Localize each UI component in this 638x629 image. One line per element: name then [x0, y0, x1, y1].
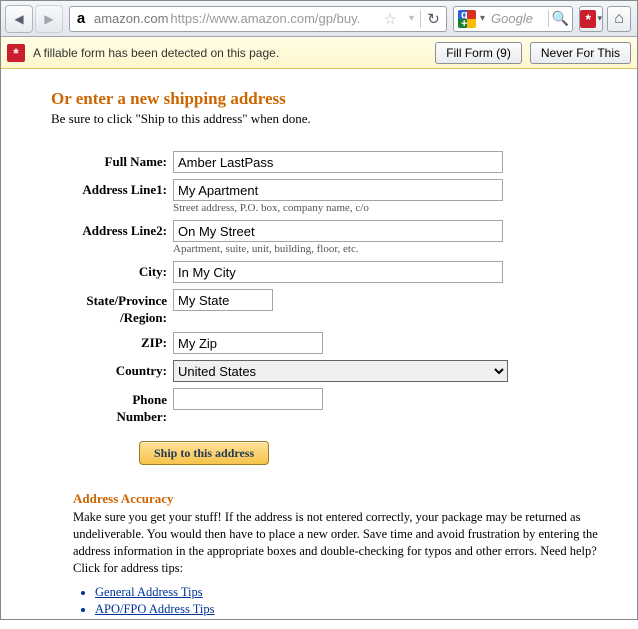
city-label: City: [51, 261, 173, 280]
state-input[interactable] [173, 289, 273, 311]
bookmark-star-icon[interactable]: ☆ [378, 10, 403, 28]
lastpass-toolbar-button[interactable]: *▾ [579, 6, 603, 32]
country-label: Country: [51, 360, 173, 379]
lastpass-icon: * [580, 10, 596, 28]
address2-input[interactable] [173, 220, 503, 242]
address1-hint: Street address, P.O. box, company name, … [173, 202, 503, 214]
full-name-label: Full Name: [51, 151, 173, 170]
general-address-tips-link[interactable]: General Address Tips [95, 585, 203, 599]
url-rest: https://www.amazon.com/gp/buy. [170, 11, 377, 26]
list-item: General Address Tips [95, 585, 621, 600]
forward-button[interactable] [35, 5, 63, 33]
fill-form-button[interactable]: Fill Form (9) [435, 42, 522, 64]
apo-fpo-address-tips-link[interactable]: APO/FPO Address Tips [95, 602, 215, 616]
lastpass-icon: * [7, 44, 25, 62]
full-name-input[interactable] [173, 151, 503, 173]
back-button[interactable] [5, 5, 33, 33]
state-label: State/Province/Region: [51, 289, 173, 326]
form-detected-infobar: * A fillable form has been detected on t… [1, 37, 637, 69]
section-subtext: Be sure to click "Ship to this address" … [51, 111, 625, 127]
reload-button[interactable]: ↻ [420, 10, 446, 28]
url-host: amazon.com [92, 11, 170, 26]
site-favicon: a [70, 10, 92, 27]
address2-hint: Apartment, suite, unit, building, floor,… [173, 243, 503, 255]
section-heading: Or enter a new shipping address [51, 89, 625, 109]
browser-search-box[interactable]: ▾ Google 🔍 [453, 6, 573, 32]
chevron-down-icon: ▾ [597, 13, 602, 24]
address2-label: Address Line2: [51, 220, 173, 239]
url-dropdown-icon[interactable]: ▾ [403, 13, 420, 24]
home-button[interactable]: ⌂ [607, 6, 631, 32]
home-icon: ⌂ [614, 10, 624, 28]
city-input[interactable] [173, 261, 503, 283]
google-icon [458, 10, 476, 28]
url-bar[interactable]: a amazon.com https://www.amazon.com/gp/b… [69, 6, 447, 32]
address1-input[interactable] [173, 179, 503, 201]
search-placeholder: Google [489, 11, 548, 26]
zip-input[interactable] [173, 332, 323, 354]
browser-toolbar: a amazon.com https://www.amazon.com/gp/b… [1, 1, 637, 37]
never-for-this-button[interactable]: Never For This [530, 42, 631, 64]
search-icon[interactable]: 🔍 [548, 10, 572, 27]
accuracy-heading: Address Accuracy [73, 491, 621, 507]
ship-to-address-button[interactable]: Ship to this address [139, 441, 269, 465]
address1-label: Address Line1: [51, 179, 173, 198]
infobar-message: A fillable form has been detected on thi… [33, 46, 279, 60]
phone-label: PhoneNumber: [51, 388, 173, 425]
country-select[interactable]: United States [173, 360, 508, 382]
arrow-right-icon [44, 11, 53, 26]
list-item: APO/FPO Address Tips [95, 602, 621, 617]
zip-label: ZIP: [51, 332, 173, 351]
search-engine-dropdown-icon[interactable]: ▾ [480, 13, 489, 24]
address-accuracy-section: Address Accuracy Make sure you get your … [51, 491, 625, 617]
accuracy-body: Make sure you get your stuff! If the add… [73, 509, 621, 577]
phone-input[interactable] [173, 388, 323, 410]
arrow-left-icon [14, 11, 23, 26]
page-content: Or enter a new shipping address Be sure … [1, 69, 637, 629]
